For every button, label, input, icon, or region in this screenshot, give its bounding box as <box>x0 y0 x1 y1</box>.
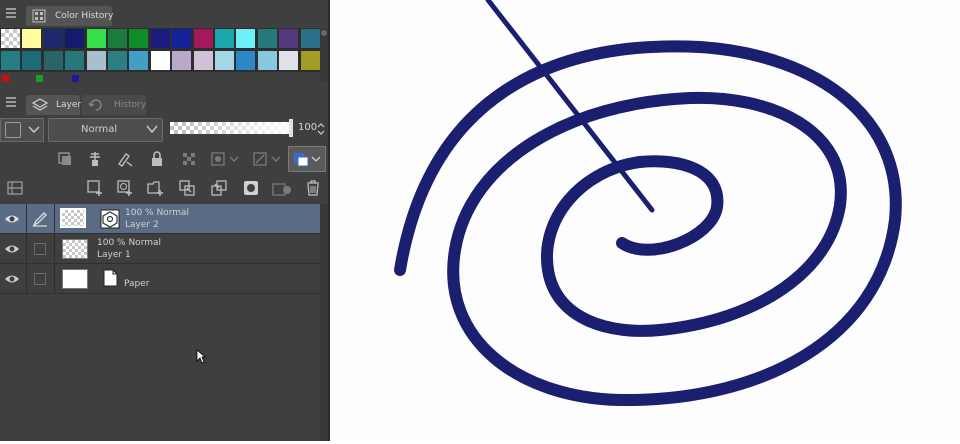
color-swatch[interactable] <box>278 50 300 71</box>
ruler-settings-icon[interactable] <box>250 148 284 170</box>
mini-swatch-red[interactable] <box>2 75 9 82</box>
color-swatch[interactable] <box>128 28 150 49</box>
color-swatch[interactable] <box>214 28 235 49</box>
layer-panel-menu-icon[interactable] <box>6 97 16 107</box>
color-swatch[interactable] <box>192 28 214 49</box>
apply-mask-icon[interactable] <box>270 177 296 199</box>
color-swatch[interactable] <box>149 50 171 71</box>
mask-settings-icon[interactable] <box>208 148 242 170</box>
color-swatch[interactable] <box>85 28 107 49</box>
blend-mode-select[interactable]: Normal <box>48 118 163 142</box>
color-swatch[interactable] <box>149 28 171 49</box>
color-swatch[interactable] <box>235 28 257 49</box>
color-swatch[interactable] <box>192 50 214 71</box>
merge-with-layer-below-icon[interactable] <box>208 177 230 199</box>
mini-swatch-blue[interactable] <box>72 75 79 82</box>
color-history-swatches <box>0 28 321 72</box>
layer-color-button[interactable] <box>288 146 326 172</box>
color-history-icon <box>32 9 46 23</box>
paper-layer-icon <box>103 269 118 287</box>
layer-color-swatch <box>5 122 21 138</box>
layer-thumbnail <box>62 269 88 289</box>
swatch-scrollbar[interactable] <box>320 28 328 82</box>
tab-color-history[interactable]: Color History <box>26 6 114 26</box>
blend-mode-value: Normal <box>81 124 118 135</box>
color-swatch[interactable] <box>299 28 321 49</box>
color-swatch[interactable] <box>0 50 21 71</box>
opacity-value[interactable]: 100 <box>298 122 317 133</box>
transfer-to-lower-layer-icon[interactable] <box>176 177 198 199</box>
opacity-spinner-icon[interactable] <box>316 121 326 137</box>
panel-menu-icon[interactable] <box>6 8 16 18</box>
chevron-down-icon <box>146 125 158 134</box>
color-history-header: Color History <box>0 6 330 26</box>
color-swatch[interactable] <box>42 28 64 49</box>
layer-name: Layer 2 <box>125 220 159 230</box>
clip-to-layer-below-icon[interactable] <box>54 148 76 170</box>
color-swatch[interactable] <box>171 50 193 71</box>
color-swatch[interactable] <box>64 28 86 49</box>
visibility-eye-icon[interactable] <box>4 242 20 256</box>
layer-name: Layer 1 <box>97 250 131 260</box>
layer-lock-checkbox[interactable] <box>34 273 46 285</box>
visibility-eye-icon[interactable] <box>4 212 20 226</box>
draft-layer-icon[interactable] <box>114 148 136 170</box>
layer-mode: 100 % Normal <box>97 238 162 248</box>
create-layer-mask-icon[interactable] <box>240 177 262 199</box>
lock-transparent-pixels-icon[interactable] <box>178 148 200 170</box>
color-swatch[interactable] <box>235 50 257 71</box>
reference-layer-icon[interactable] <box>84 148 106 170</box>
lock-layer-icon[interactable] <box>146 148 168 170</box>
new-folder-icon[interactable] <box>144 177 166 199</box>
layer-row-layer-1[interactable]: 100 % Normal Layer 1 <box>0 234 320 264</box>
color-swatch[interactable] <box>214 50 235 71</box>
mouse-cursor-icon <box>196 349 206 364</box>
layer-mode: 100 % Normal <box>125 208 190 218</box>
layer-row-layer-2[interactable]: 100 % Normal Layer 2 <box>0 204 320 234</box>
mini-swatch-green[interactable] <box>36 75 43 82</box>
transparent-swatch[interactable] <box>0 28 21 49</box>
tab-layer[interactable]: Layer <box>26 95 82 115</box>
color-swatch[interactable] <box>21 28 43 49</box>
layer-panel-header: Layer History <box>0 95 330 115</box>
color-swatch[interactable] <box>128 50 150 71</box>
drawing-canvas[interactable] <box>330 0 960 441</box>
history-icon <box>88 99 102 111</box>
delete-layer-icon[interactable] <box>302 177 324 199</box>
layer-tab-label: Layer <box>56 100 82 110</box>
color-swatch[interactable] <box>171 28 193 49</box>
layer-color-selector[interactable] <box>0 118 44 142</box>
color-swatch[interactable] <box>299 50 321 71</box>
color-history-tab-label: Color History <box>55 11 114 21</box>
color-swatch[interactable] <box>21 50 43 71</box>
layer-thumbnail <box>60 208 86 228</box>
new-raster-layer-icon[interactable] <box>84 177 106 199</box>
chevron-down-icon <box>28 126 40 133</box>
color-swatch[interactable] <box>256 28 278 49</box>
opacity-slider-handle[interactable] <box>289 119 293 137</box>
opacity-slider[interactable] <box>170 122 290 134</box>
layer-row-paper[interactable]: Paper <box>0 264 320 294</box>
color-swatch[interactable] <box>278 28 300 49</box>
color-swatch[interactable] <box>107 28 128 49</box>
layer-name: Paper <box>124 279 150 289</box>
color-swatch[interactable] <box>42 50 64 71</box>
layer-lock-checkbox[interactable] <box>34 243 46 255</box>
left-panel: Color History Layer History Normal 100 1… <box>0 0 330 441</box>
spiral-stroke <box>394 0 902 407</box>
color-swatch[interactable] <box>64 50 86 71</box>
visibility-eye-icon[interactable] <box>4 272 20 286</box>
layer-list-scrollbar[interactable] <box>320 204 328 441</box>
history-tab-label: History <box>114 100 147 110</box>
color-swatch[interactable] <box>256 50 278 71</box>
layer-thumbnail <box>62 239 88 259</box>
color-swatch[interactable] <box>85 50 107 71</box>
layer-palette-menu-icon[interactable] <box>4 177 26 199</box>
pen-edit-icon <box>32 212 47 227</box>
layers-icon <box>32 98 48 111</box>
new-vector-layer-icon[interactable] <box>114 177 136 199</box>
color-swatch[interactable] <box>107 50 128 71</box>
vector-layer-icon <box>100 209 120 229</box>
tab-history[interactable]: History <box>82 95 146 115</box>
